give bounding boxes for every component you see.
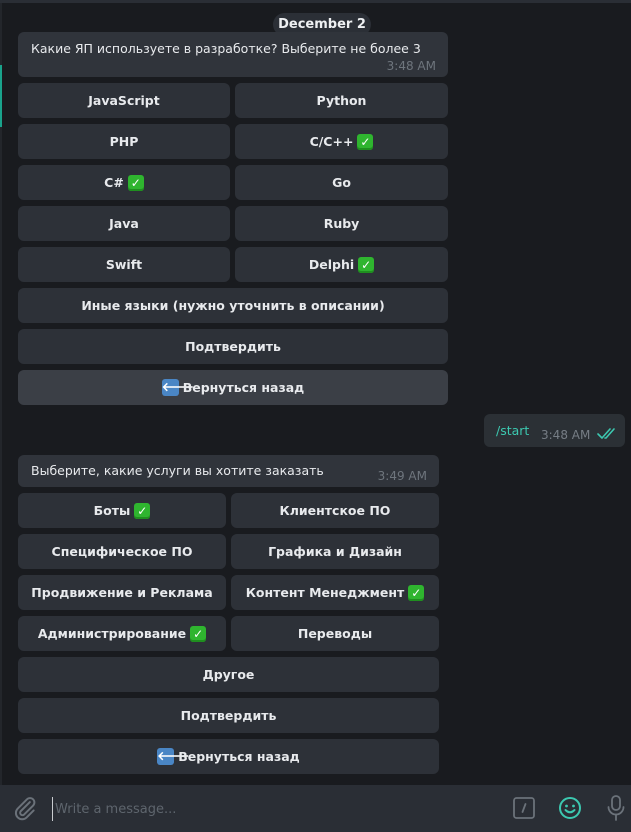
button-label: PHP — [109, 134, 139, 149]
microphone-icon[interactable] — [606, 795, 626, 821]
button-label: Боты — [93, 503, 131, 518]
back-arrow-icon: 🡐 — [157, 748, 190, 765]
outgoing-message: /start 3:48 AM — [484, 414, 625, 447]
button-label: Ruby — [323, 216, 360, 231]
kb-button-php[interactable]: PHP — [18, 124, 230, 159]
button-label: Переводы — [297, 626, 373, 641]
message-time: 3:49 AM — [377, 469, 427, 483]
button-label: Специфическое ПО — [51, 544, 193, 559]
kb-button-go[interactable]: Go — [235, 165, 448, 200]
kb-button-client-software[interactable]: Клиентское ПО — [231, 493, 439, 528]
bot-command-link[interactable]: /start — [496, 423, 529, 438]
message-composer — [0, 785, 631, 832]
button-label: Python — [316, 93, 367, 108]
button-label: Swift — [105, 257, 143, 272]
button-label: Go — [332, 175, 351, 190]
button-label: Продвижение и Реклама — [31, 585, 213, 600]
kb-button-go-back[interactable]: 🡐 Вернуться назад — [18, 370, 448, 405]
kb-button-csharp[interactable]: C# ✓ — [18, 165, 230, 200]
emoji-icon[interactable] — [558, 796, 582, 820]
back-arrow-icon: 🡐 — [161, 379, 194, 396]
paperclip-attach-icon[interactable] — [12, 795, 38, 821]
message-text: Выберите, какие услуги вы хотите заказат… — [31, 463, 324, 478]
message-input[interactable] — [52, 797, 497, 821]
kb-button-specific-software[interactable]: Специфическое ПО — [18, 534, 226, 569]
button-label: JavaScript — [88, 93, 160, 108]
button-label: Подтвердить — [180, 708, 277, 723]
kb-button-administration[interactable]: Администрирование ✓ — [18, 616, 226, 651]
bot-commands-icon[interactable] — [513, 797, 535, 819]
kb-button-cpp[interactable]: C/C++ ✓ — [235, 124, 448, 159]
check-mark-icon: ✓ — [358, 256, 375, 273]
button-label: Клиентское ПО — [279, 503, 391, 518]
button-label: C/C++ — [309, 134, 354, 149]
kb-button-confirm[interactable]: Подтвердить — [18, 329, 448, 364]
kb-button-other-languages[interactable]: Иные языки (нужно уточнить в описании) — [18, 288, 448, 323]
incoming-message: Какие ЯП используете в разработке? Выбер… — [18, 32, 448, 77]
button-label: Администрирование — [37, 626, 187, 641]
button-label: Delphi — [308, 257, 355, 272]
kb-button-translations[interactable]: Переводы — [231, 616, 439, 651]
kb-button-graphics-design[interactable]: Графика и Дизайн — [231, 534, 439, 569]
check-mark-icon: ✓ — [127, 174, 144, 191]
button-label: Вернуться назад — [182, 380, 305, 395]
check-mark-icon: ✓ — [357, 133, 374, 150]
read-double-check-icon — [597, 428, 615, 439]
window-top-border — [0, 0, 631, 3]
message-time: 3:48 AM — [541, 428, 591, 442]
kb-button-promotion-ads[interactable]: Продвижение и Реклама — [18, 575, 226, 610]
button-label: Графика и Дизайн — [268, 544, 402, 559]
check-mark-icon: ✓ — [408, 584, 425, 601]
message-text: Какие ЯП используете в разработке? Выбер… — [31, 41, 421, 56]
kb-button-confirm[interactable]: Подтвердить — [18, 698, 439, 733]
kb-button-delphi[interactable]: Delphi ✓ — [235, 247, 448, 282]
kb-button-go-back[interactable]: 🡐 Вернуться назад — [18, 739, 439, 774]
kb-button-python[interactable]: Python — [235, 83, 448, 118]
button-label: Контент Менеджмент — [245, 585, 405, 600]
button-label: Другое — [202, 667, 255, 682]
active-chat-indicator — [0, 65, 2, 127]
kb-button-bots[interactable]: Боты ✓ — [18, 493, 226, 528]
kb-button-swift[interactable]: Swift — [18, 247, 230, 282]
kb-button-ruby[interactable]: Ruby — [235, 206, 448, 241]
check-mark-icon: ✓ — [190, 625, 207, 642]
kb-button-javascript[interactable]: JavaScript — [18, 83, 230, 118]
button-label: Вернуться назад — [178, 749, 300, 764]
button-label: Иные языки (нужно уточнить в описании) — [81, 298, 385, 313]
button-label: Подтвердить — [185, 339, 281, 354]
kb-button-content-management[interactable]: Контент Менеджмент ✓ — [231, 575, 439, 610]
button-label: Java — [109, 216, 139, 231]
incoming-message: Выберите, какие услуги вы хотите заказат… — [18, 455, 439, 487]
message-time: 3:48 AM — [386, 59, 436, 73]
check-mark-icon: ✓ — [134, 502, 151, 519]
button-label: C# — [104, 175, 124, 190]
kb-button-other[interactable]: Другое — [18, 657, 439, 692]
kb-button-java[interactable]: Java — [18, 206, 230, 241]
